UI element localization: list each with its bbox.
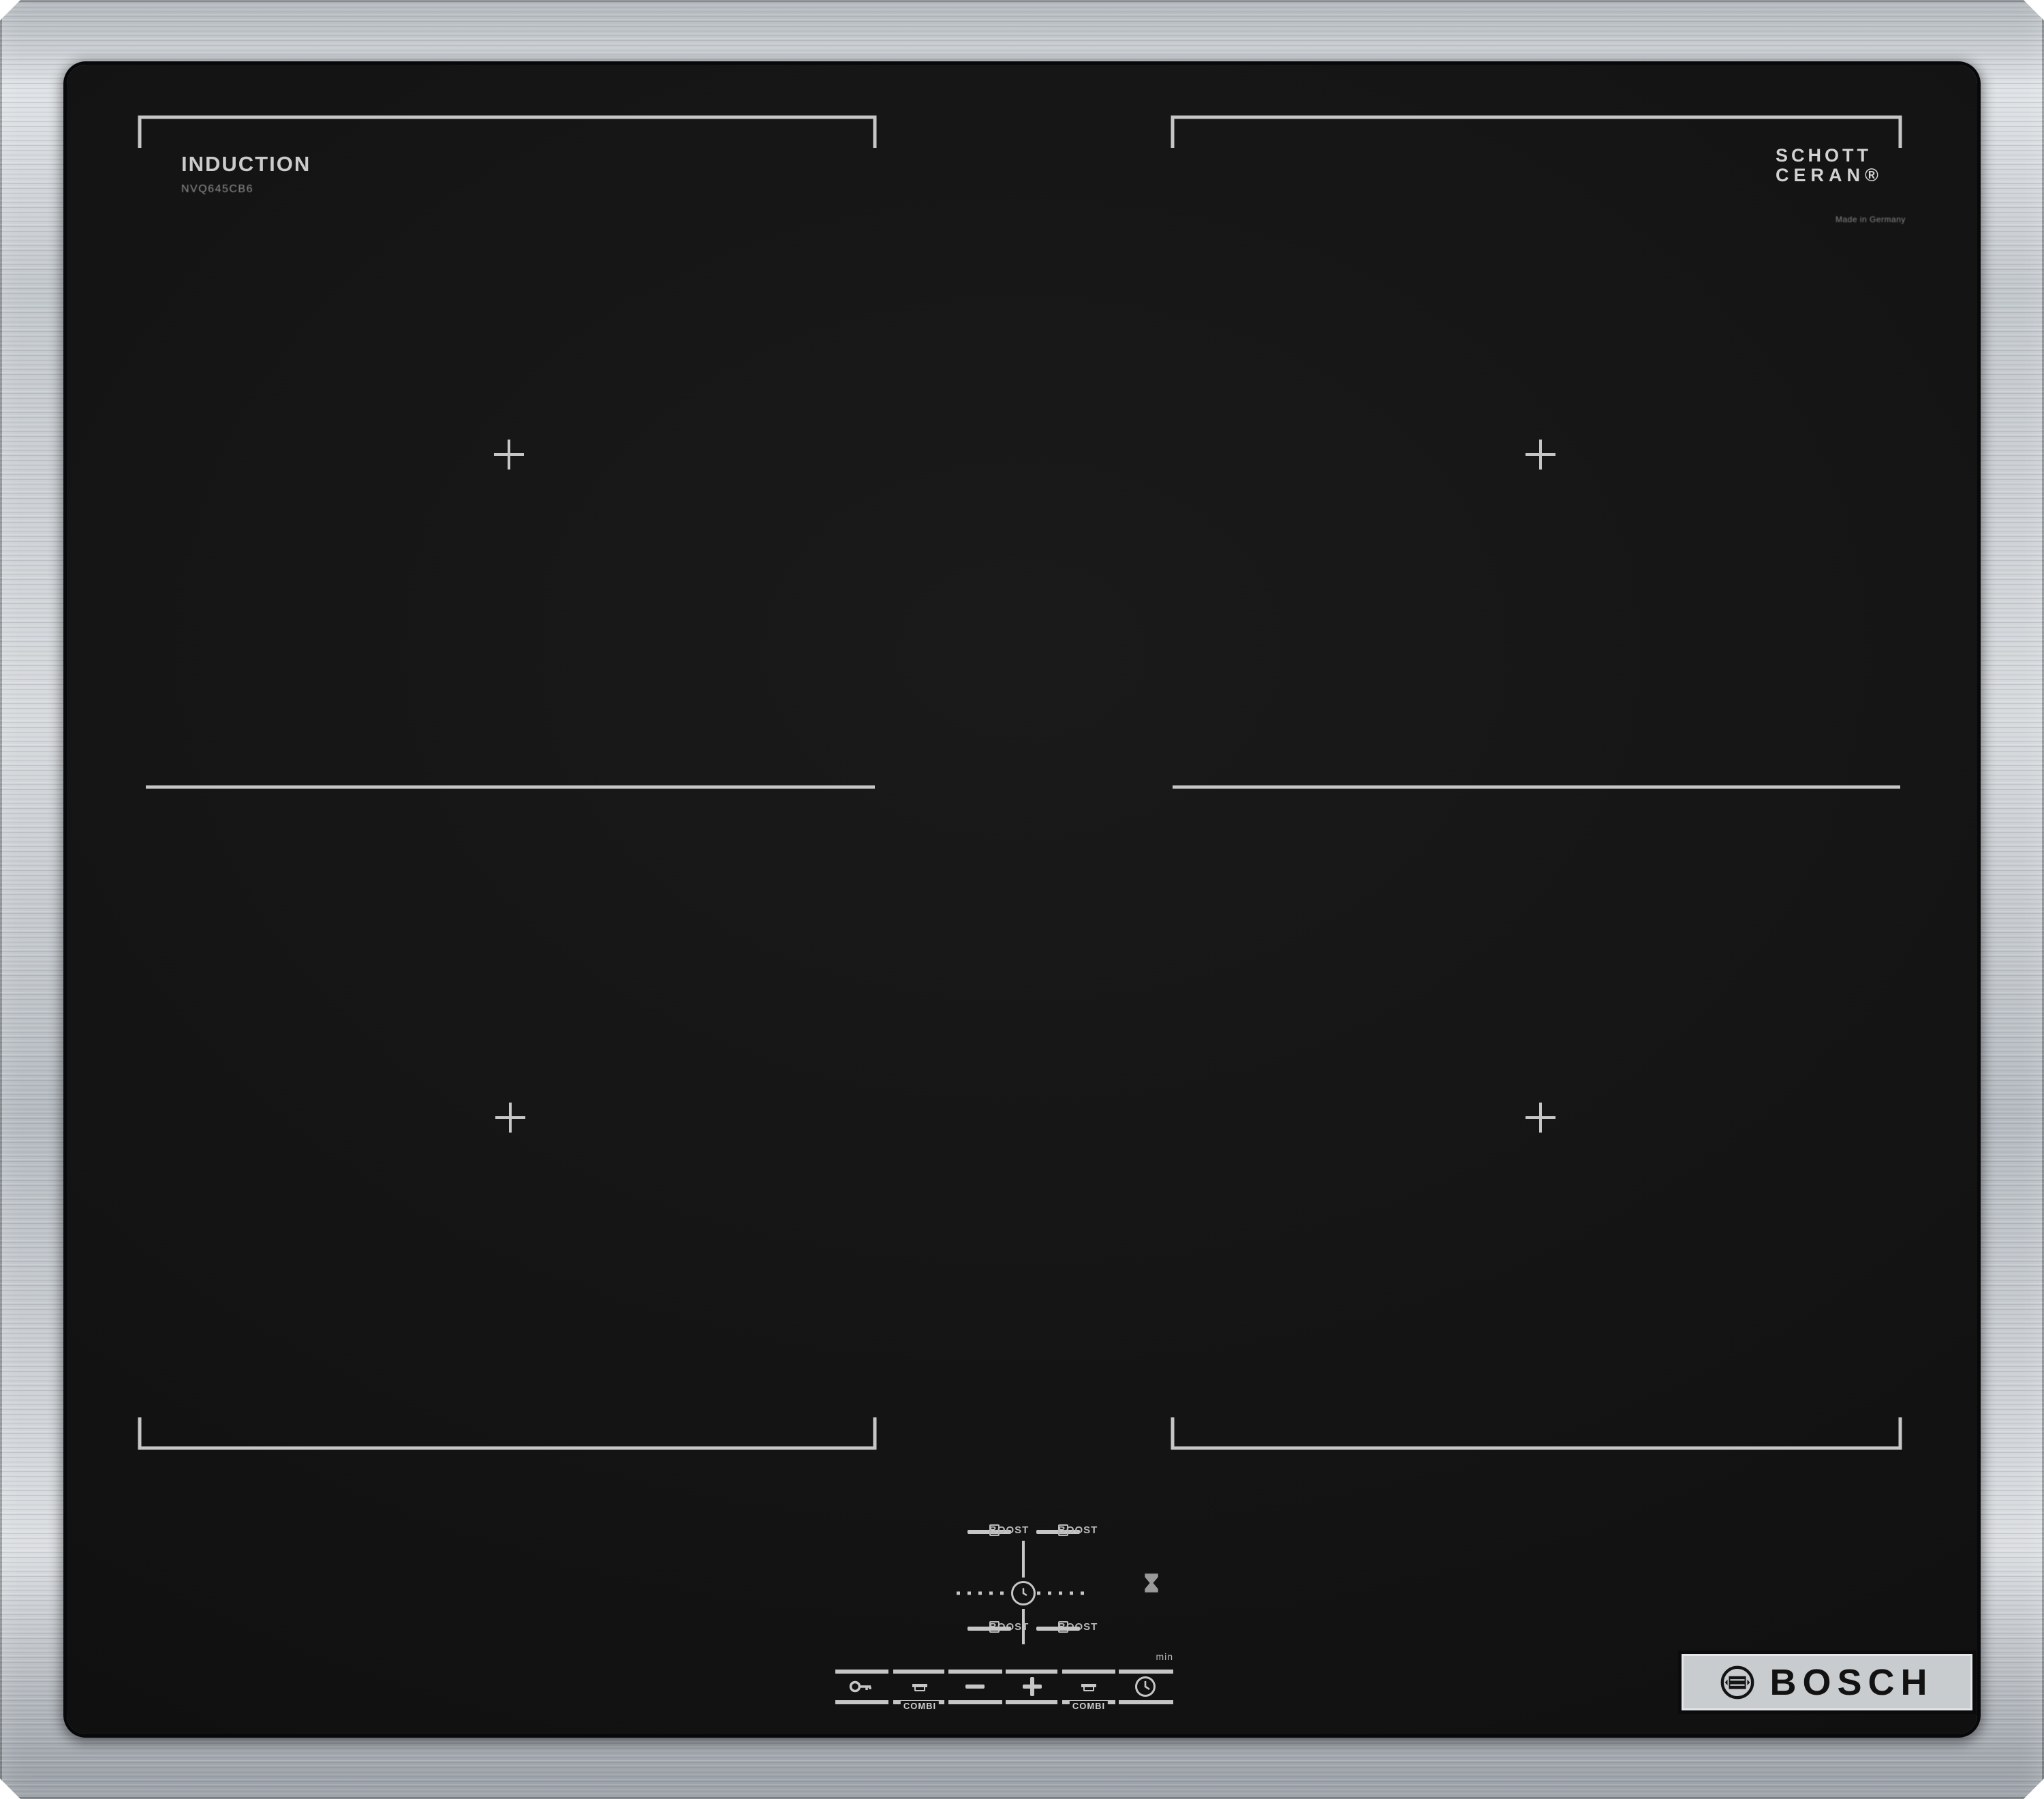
minutes-unit-label: min xyxy=(1156,1651,1173,1662)
ceramic-glass-surface: INDUCTION NVQ645CB6 SCHOTT CERAN® Made i… xyxy=(67,65,1977,1734)
plus-icon xyxy=(1023,1677,1042,1696)
bosch-emblem-icon xyxy=(1719,1664,1756,1701)
power-increase-button[interactable] xyxy=(1006,1667,1059,1706)
schott-subtext: Made in Germany xyxy=(1836,215,1906,224)
clock-icon xyxy=(1016,1586,1031,1601)
timer-clock-icon xyxy=(1134,1675,1157,1698)
combi-zone-right-button[interactable]: COMBI xyxy=(1062,1667,1115,1706)
model-number: NVQ645CB6 xyxy=(181,183,253,195)
timer-button[interactable] xyxy=(1119,1667,1172,1706)
combi-zone-left-button[interactable]: COMBI xyxy=(893,1667,946,1706)
bosch-logo-text: BOSCH xyxy=(1769,1661,1934,1703)
combi-label: COMBI xyxy=(901,1701,939,1711)
schott-line1: SCHOTT xyxy=(1776,145,1872,166)
center-timer-button[interactable] xyxy=(1011,1581,1036,1605)
key-icon xyxy=(849,1679,875,1694)
pan-icon xyxy=(1058,1524,1068,1536)
induction-label: INDUCTION xyxy=(181,152,311,176)
zone-bar xyxy=(967,1627,1011,1631)
cooking-zone-markings xyxy=(67,65,1977,1734)
schott-ceran-logo: SCHOTT CERAN® Made in Germany xyxy=(1776,145,1932,224)
schott-line2: CERAN® xyxy=(1776,165,1883,185)
pan-icon xyxy=(989,1524,1000,1536)
child-lock-button[interactable] xyxy=(835,1667,888,1706)
bosch-badge: BOSCH xyxy=(1684,1656,1970,1708)
combi-label: COMBI xyxy=(1070,1701,1108,1711)
minus-icon xyxy=(965,1685,985,1689)
power-decrease-button[interactable] xyxy=(948,1667,1002,1706)
zone-bar xyxy=(1036,1627,1080,1631)
product-branding: INDUCTION NVQ645CB6 xyxy=(181,152,311,196)
induction-hob: INDUCTION NVQ645CB6 SCHOTT CERAN® Made i… xyxy=(0,0,2044,1799)
